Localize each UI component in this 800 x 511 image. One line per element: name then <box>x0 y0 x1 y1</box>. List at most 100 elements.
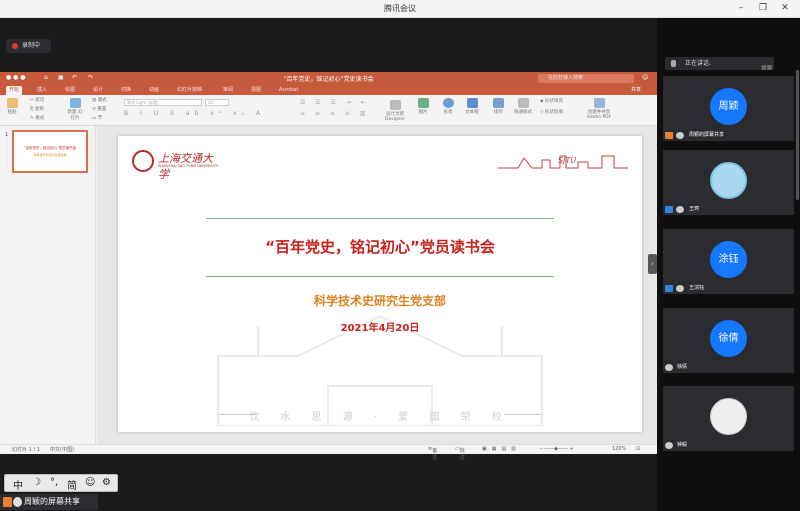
tab-9[interactable]: Acrobat <box>276 86 301 95</box>
participant-tile[interactable]: 钟毅 <box>663 386 794 451</box>
font-format-buttons[interactable]: B I U S ab x² x₂ A <box>124 110 265 117</box>
account-icon[interactable]: ☺ <box>642 74 648 81</box>
participant-tile[interactable]: 王珂 <box>663 150 794 215</box>
paragraph-buttons[interactable]: ☰ ☰ ☰ ⇥ ⇤ <box>300 99 370 106</box>
shape-fill-label: 形状填充 <box>544 99 563 104</box>
share-screen-icon <box>3 497 12 507</box>
avatar: 周颖 <box>710 88 747 125</box>
shape-fill-button[interactable]: ◆ 形状填充 <box>540 98 563 104</box>
sjtu-skyline-logo: SJTU <box>498 152 628 170</box>
slide-department: 科学技术史研究生党支部 <box>313 294 446 308</box>
copy-button[interactable]: ⎘ 复制 <box>30 106 44 112</box>
tab-3[interactable]: 设计 <box>90 86 106 95</box>
ime-simplified-mode[interactable]: 简 <box>67 477 77 492</box>
format-painter-button[interactable]: ✎ 格式 <box>30 115 44 121</box>
textbox-icon <box>466 98 478 108</box>
fit-slide-icon[interactable]: ⊡ <box>636 446 640 452</box>
notes-button[interactable]: ≡ 备注 <box>428 446 437 461</box>
reset-label: 重置 <box>97 107 107 112</box>
minimize-icon[interactable]: – <box>734 2 748 15</box>
emoji-icon[interactable]: ☺ <box>85 477 95 488</box>
reset-button[interactable]: ↺ 重置 <box>92 106 106 112</box>
section-button[interactable]: ▭ 节 <box>92 115 102 121</box>
ime-settings-icon[interactable]: ⚙ <box>102 477 111 488</box>
new-slide-button[interactable]: 新建 幻灯片 <box>66 98 84 121</box>
arrange-label: 排列 <box>493 110 503 115</box>
font-size-select[interactable]: 32 <box>205 99 229 106</box>
thumbnail-title: “百年党史，铭记初心”党员读书会 <box>23 146 77 150</box>
notes-label: 备注 <box>432 448 438 461</box>
slide[interactable]: 上海交通大学 SHANGHAI JIAO TONG UNIVERSITY SJT… <box>118 136 642 432</box>
close-icon[interactable]: ✕ <box>778 2 792 15</box>
zoom-slider[interactable]: – ——◆—— + <box>540 446 574 452</box>
tab-2[interactable]: 绘图 <box>62 86 78 95</box>
sjtu-seal-icon <box>132 150 154 172</box>
new-slide-label: 新建 幻灯片 <box>67 110 83 121</box>
format-label: 格式 <box>35 116 45 121</box>
participant-name-bar: 钟毅 <box>663 440 687 451</box>
tab-8[interactable]: 视图 <box>248 86 264 95</box>
panel-scrollbar[interactable] <box>796 70 799 200</box>
speaking-indicator: 正在讲话: ▦▦ <box>665 57 774 71</box>
share-button[interactable]: 共享 <box>631 86 641 93</box>
tab-7[interactable]: 审阅 <box>220 86 236 95</box>
ime-punctuation-icon[interactable]: °, <box>50 477 58 488</box>
zoom-level[interactable]: 120% <box>612 446 626 452</box>
quick-styles-button[interactable]: 快速样式 <box>512 98 534 115</box>
bottom-divider <box>206 276 554 277</box>
collapse-panel-button[interactable]: › <box>648 254 657 274</box>
building-watermark <box>178 296 582 427</box>
shapes-button[interactable]: 形状 <box>440 98 456 115</box>
participant-tile[interactable]: 涂钰 王淙钰 <box>663 229 794 294</box>
avatar <box>710 398 747 435</box>
tab-0[interactable]: 开始 <box>6 86 23 95</box>
tab-6[interactable]: 幻灯片放映 <box>174 86 205 95</box>
language-indicator[interactable]: 中文(中国) <box>50 446 74 453</box>
pictures-button[interactable]: 图片 <box>415 98 431 115</box>
sjtu-logo: 上海交通大学 SHANGHAI JIAO TONG UNIVERSITY <box>132 150 220 181</box>
shape-outline-button[interactable]: ◇ 形状轮廓 <box>540 109 563 115</box>
participant-name: 王淙钰 <box>689 285 705 291</box>
slide-motto: 饮 水 思 源 · 爱 国 荣 校 <box>249 412 511 423</box>
user-icon <box>676 285 684 292</box>
participant-name: 王珂 <box>689 206 700 212</box>
cut-button[interactable]: ✂ 剪切 <box>30 97 44 103</box>
tab-1[interactable]: 插入 <box>34 86 50 95</box>
ribbon-tabs: 开始 插入 绘图 设计 切换 动画 幻灯片放映 审阅 视图 Acrobat 共享 <box>0 85 657 95</box>
slide-number: 1 <box>5 132 9 138</box>
speaking-label: 正在讲话: <box>685 60 712 67</box>
create-pdf-button[interactable]: 创建并共享 Adobe PDF <box>584 98 614 120</box>
ppt-status-bar: 幻灯片 1 / 1 中文(中国) ≡ 备注 ▭ 批注 ▣▦▤▥ – ——◆—— … <box>0 444 657 461</box>
ime-chinese-mode[interactable]: 中 <box>13 477 23 492</box>
tab-4[interactable]: 切换 <box>118 86 134 95</box>
designer-button[interactable]: 设计灵感 Designer <box>385 100 405 122</box>
window-title: 腾讯会议 <box>384 4 416 13</box>
picture-icon <box>417 98 429 108</box>
user-icon <box>676 132 684 139</box>
paste-button[interactable]: 粘贴 <box>4 98 20 115</box>
layout-button[interactable]: ▤ 版式 <box>92 97 107 103</box>
restore-icon[interactable]: ❐ <box>756 2 770 15</box>
cut-label: 剪切 <box>35 98 45 103</box>
ime-halfwidth-icon[interactable]: ☽ <box>32 477 41 488</box>
shapes-icon <box>442 98 454 108</box>
tab-5[interactable]: 动画 <box>146 86 162 95</box>
view-buttons[interactable]: ▣▦▤▥ <box>482 446 521 452</box>
font-name-select[interactable]: 等线 Light (标题) <box>124 99 202 106</box>
participant-name: 徐倩 <box>677 364 688 370</box>
search-input[interactable]: 在此处输入搜索 <box>538 74 634 83</box>
arrange-button[interactable]: 排列 <box>490 98 506 115</box>
grid-icon[interactable]: ▦▦ <box>761 61 772 74</box>
section-label: 节 <box>97 116 103 121</box>
pictures-label: 图片 <box>418 110 428 115</box>
comments-button[interactable]: ▭ 批注 <box>455 446 465 461</box>
recording-indicator[interactable]: 录制中 <box>6 39 51 53</box>
slide-thumbnail[interactable]: “百年党史，铭记初心”党员读书会 科学技术史研究生党支部 <box>12 130 88 173</box>
avatar: 涂钰 <box>710 241 747 278</box>
participant-tile[interactable]: 徐倩 徐倩 <box>663 308 794 373</box>
participant-tile[interactable]: 周颖 周颖的屏幕共享 <box>663 76 794 141</box>
user-badge-icon <box>665 206 673 213</box>
logo-subtext: SHANGHAI JIAO TONG UNIVERSITY <box>158 164 219 168</box>
alignment-buttons[interactable]: ≡ ≡ ≡ ≡ ▥ <box>300 110 369 117</box>
textbox-button[interactable]: 文本框 <box>463 98 481 115</box>
